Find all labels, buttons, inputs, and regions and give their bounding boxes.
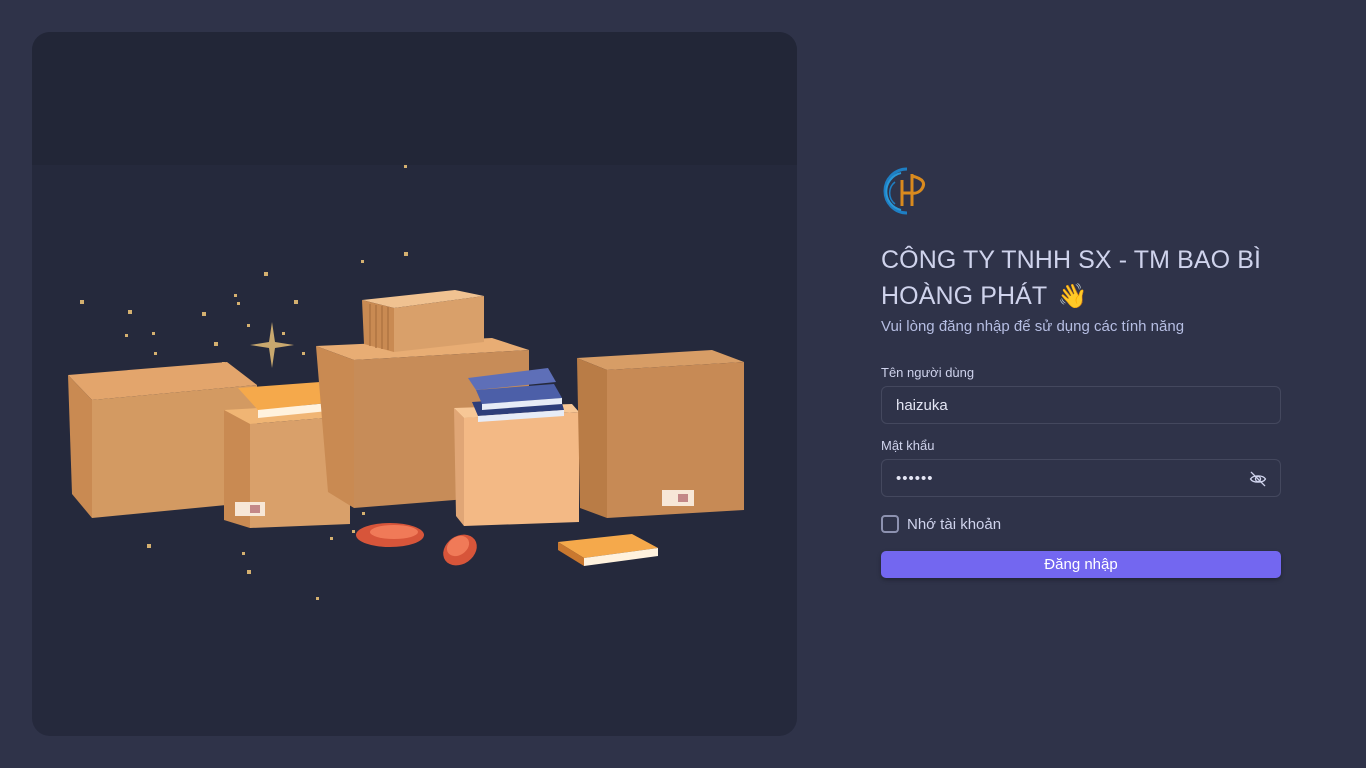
remember-label[interactable]: Nhớ tài khoản (907, 516, 1001, 533)
page-title: CÔNG TY TNHH SX - TM BAO BÌ HOÀNG PHÁT 👋 (881, 242, 1281, 314)
hero-illustration-panel (32, 32, 797, 736)
moving-boxes-illustration (68, 165, 744, 600)
login-panel: CÔNG TY TNHH SX - TM BAO BÌ HOÀNG PHÁT 👋… (881, 166, 1281, 578)
hoang-phat-logo-icon (883, 167, 925, 215)
eye-off-icon[interactable] (1248, 469, 1268, 489)
password-field-wrapper (881, 459, 1281, 497)
password-label: Mật khẩu (881, 438, 935, 453)
username-input[interactable] (882, 387, 1280, 423)
remember-checkbox[interactable] (881, 515, 899, 533)
login-subtitle: Vui lòng đăng nhập để sử dụng các tính n… (881, 318, 1185, 335)
password-input[interactable] (882, 460, 1280, 496)
remember-row: Nhớ tài khoản (881, 515, 1281, 533)
username-field-wrapper (881, 386, 1281, 424)
login-button[interactable]: Đăng nhập (881, 551, 1281, 578)
waving-hand-icon: 👋 (1057, 282, 1088, 310)
username-label: Tên người dùng (881, 365, 975, 380)
